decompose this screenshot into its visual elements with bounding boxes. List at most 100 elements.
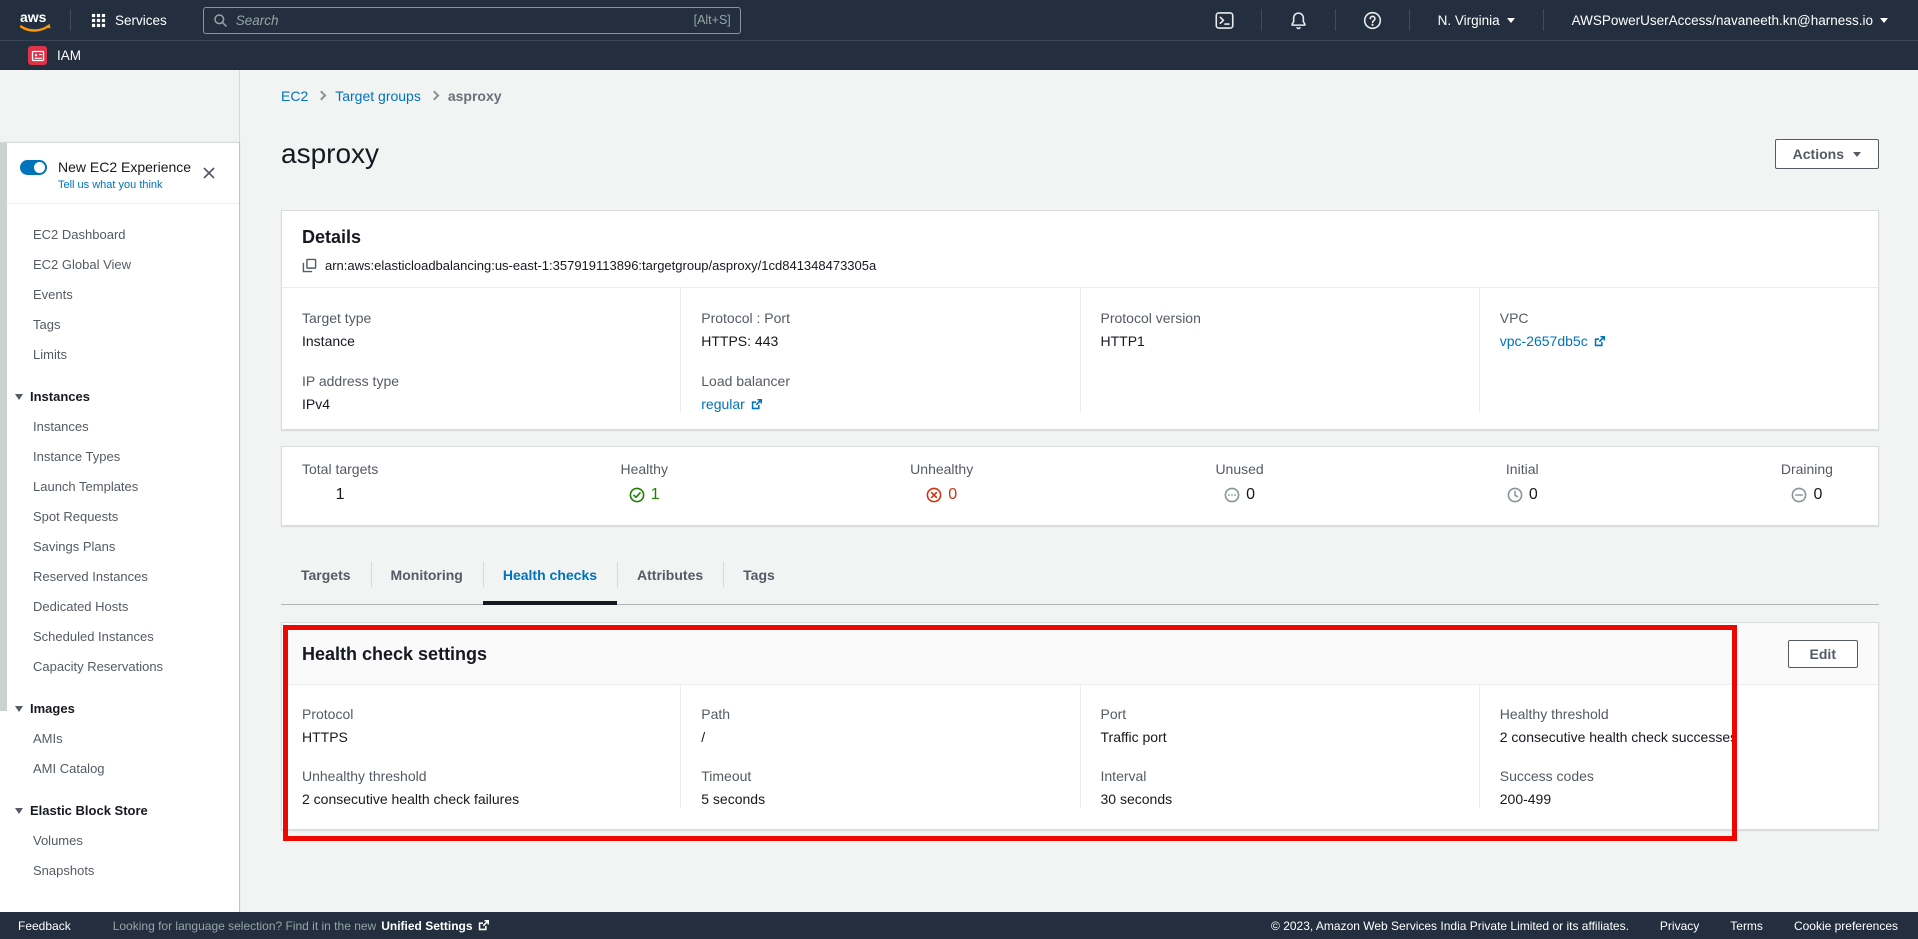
initial-clock-circle-icon [1507, 487, 1523, 503]
draining-count: 0 [1813, 486, 1822, 504]
feedback-link[interactable]: Feedback [18, 919, 71, 933]
new-experience-title: New EC2 Experience [58, 159, 191, 175]
privacy-link[interactable]: Privacy [1660, 919, 1699, 933]
help-icon [1363, 11, 1382, 30]
breadcrumb: EC2 Target groups asproxy [281, 86, 1879, 106]
sidebar-item-snapshots[interactable]: Snapshots [0, 856, 239, 886]
sidebar-item-scheduled-instances[interactable]: Scheduled Instances [0, 622, 239, 652]
vpc-id: vpc-2657db5c [1500, 332, 1588, 350]
sidebar-item-spot-requests[interactable]: Spot Requests [0, 502, 239, 532]
target-group-tabs: Targets Monitoring Health checks Attribu… [281, 545, 1879, 605]
sidebar-item-volumes[interactable]: Volumes [0, 826, 239, 856]
aws-logo-icon: aws [14, 7, 56, 34]
details-column-3: Protocol version HTTP1 [1080, 288, 1479, 413]
unified-settings-link[interactable]: Unified Settings [381, 919, 489, 933]
unhealthy-threshold-field: Unhealthy threshold 2 consecutive health… [302, 767, 660, 808]
timeout-field: Timeout 5 seconds [701, 767, 1059, 808]
sidebar-item-reserved-instances[interactable]: Reserved Instances [0, 562, 239, 592]
region-selector[interactable]: N. Virginia [1424, 13, 1529, 28]
summary-label: Initial [1506, 461, 1539, 477]
top-nav-utilities: N. Virginia AWSPowerUserAccess/navaneeth… [1202, 9, 1902, 31]
sidebar-section-instances[interactable]: Instances [0, 382, 239, 412]
sidebar-item-savings-plans[interactable]: Savings Plans [0, 532, 239, 562]
details-fields-grid: Target type Instance IP address type IPv… [282, 288, 1878, 413]
services-label: Services [115, 13, 167, 28]
sidebar-item-amis[interactable]: AMIs [0, 724, 239, 754]
search-placeholder: Search [236, 13, 279, 28]
cloudshell-button[interactable] [1202, 11, 1247, 30]
help-button[interactable] [1350, 11, 1395, 30]
search-shortcut-hint: [Alt+S] [694, 13, 731, 27]
details-column-1: Target type Instance IP address type IPv… [282, 288, 680, 413]
breadcrumb-chevron-icon [317, 90, 327, 100]
sidebar-item-instances[interactable]: Instances [0, 412, 239, 442]
account-menu[interactable]: AWSPowerUserAccess/navaneeth.kn@harness.… [1558, 13, 1902, 28]
actions-button-label: Actions [1793, 146, 1844, 162]
sidebar-section-images[interactable]: Images [0, 694, 239, 724]
details-card: Details arn:aws:elasticloadbalancing:us-… [281, 210, 1879, 430]
notifications-button[interactable] [1276, 11, 1321, 30]
services-menu-button[interactable]: Services [85, 9, 173, 32]
actions-button[interactable]: Actions [1775, 139, 1879, 169]
field-label: Protocol version [1101, 309, 1459, 327]
copy-arn-button[interactable] [302, 258, 317, 273]
sidebar-item-ami-catalog[interactable]: AMI Catalog [0, 754, 239, 784]
field-value: HTTPS [302, 728, 660, 746]
favorite-iam-link[interactable]: IAM [28, 46, 81, 65]
health-check-fields-grid: Protocol HTTPS Unhealthy threshold 2 con… [282, 685, 1878, 808]
cloudshell-terminal-icon [1215, 11, 1234, 30]
sidebar-item-capacity-reservations[interactable]: Capacity Reservations [0, 652, 239, 682]
tab-monitoring[interactable]: Monitoring [371, 545, 483, 604]
vpc-field: VPC vpc-2657db5c [1500, 309, 1858, 350]
sidebar-item-limits[interactable]: Limits [0, 340, 239, 370]
close-banner-button[interactable] [201, 165, 217, 181]
tab-attributes[interactable]: Attributes [617, 545, 723, 604]
terms-link[interactable]: Terms [1730, 919, 1763, 933]
sidebar-item-dedicated-hosts[interactable]: Dedicated Hosts [0, 592, 239, 622]
health-check-column-4: Healthy threshold 2 consecutive health c… [1479, 685, 1878, 808]
tell-us-link[interactable]: Tell us what you think [58, 179, 221, 191]
global-search-input[interactable]: Search [Alt+S] [203, 7, 741, 34]
external-link-icon [750, 398, 763, 411]
load-balancer-link[interactable]: regular [701, 395, 763, 413]
new-experience-toggle[interactable] [20, 160, 47, 175]
targets-summary-card: Total targets 1 Healthy 1 Unhealthy 0 [281, 446, 1879, 526]
nav-divider [1409, 9, 1410, 31]
health-check-column-2: Path / Timeout 5 seconds [680, 685, 1079, 808]
field-label: Protocol [302, 705, 660, 723]
external-link-icon [1593, 335, 1606, 348]
field-value: / [701, 728, 1059, 746]
vpc-link[interactable]: vpc-2657db5c [1500, 332, 1606, 350]
sidebar-item-tags[interactable]: Tags [0, 310, 239, 340]
sidebar-item-launch-templates[interactable]: Launch Templates [0, 472, 239, 502]
unused-summary: Unused 0 [1215, 461, 1263, 525]
account-label: AWSPowerUserAccess/navaneeth.kn@harness.… [1572, 13, 1873, 28]
tab-health-checks[interactable]: Health checks [483, 545, 617, 604]
sidebar-item-ec2-dashboard[interactable]: EC2 Dashboard [0, 220, 239, 250]
sidebar-section-elastic-block-store[interactable]: Elastic Block Store [0, 796, 239, 826]
health-check-column-3: Port Traffic port Interval 30 seconds [1080, 685, 1479, 808]
details-column-4: VPC vpc-2657db5c [1479, 288, 1878, 413]
chevron-down-icon [1507, 18, 1515, 23]
sidebar-item-ec2-global-view[interactable]: EC2 Global View [0, 250, 239, 280]
field-label: Target type [302, 309, 660, 327]
tab-tags[interactable]: Tags [723, 545, 795, 604]
aws-logo[interactable]: aws [14, 7, 56, 34]
cookie-preferences-link[interactable]: Cookie preferences [1794, 919, 1898, 933]
breadcrumb-target-groups-link[interactable]: Target groups [335, 88, 421, 104]
iam-service-icon [28, 46, 47, 65]
total-targets-summary: Total targets 1 [302, 461, 378, 525]
sidebar-section-label: Elastic Block Store [30, 796, 148, 826]
sidebar-scrollbar[interactable] [0, 143, 7, 711]
success-codes-field: Success codes 200-499 [1500, 767, 1858, 808]
field-label: Load balancer [701, 372, 1059, 390]
sidebar-item-events[interactable]: Events [0, 280, 239, 310]
tab-targets[interactable]: Targets [281, 545, 371, 604]
sidebar-section-label: Instances [30, 382, 90, 412]
copyright-text: © 2023, Amazon Web Services India Privat… [1271, 919, 1629, 933]
language-hint-text: Looking for language selection? Find it … [113, 919, 377, 933]
edit-button[interactable]: Edit [1788, 640, 1858, 668]
breadcrumb-ec2-link[interactable]: EC2 [281, 88, 308, 104]
details-column-2: Protocol : Port HTTPS: 443 Load balancer… [680, 288, 1079, 413]
sidebar-item-instance-types[interactable]: Instance Types [0, 442, 239, 472]
